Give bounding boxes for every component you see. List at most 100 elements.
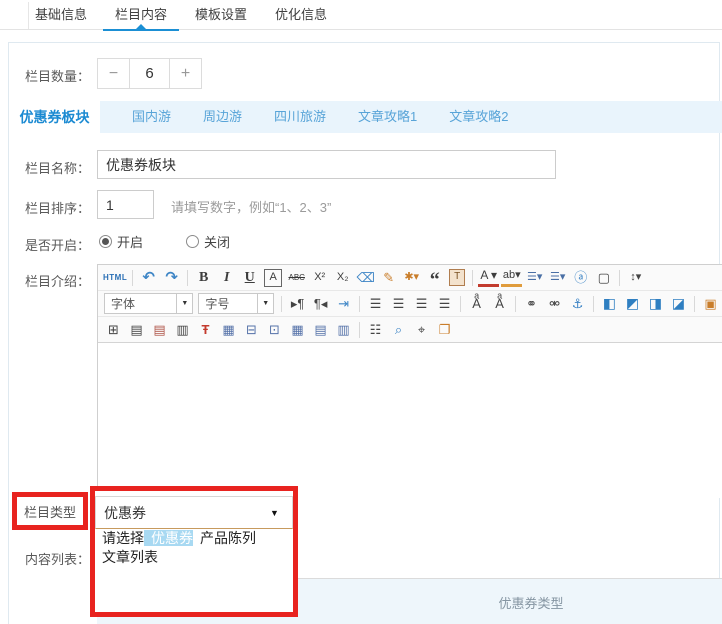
- table-columns-icon[interactable]: ▥: [333, 319, 354, 340]
- italic-icon[interactable]: I: [216, 267, 237, 288]
- insert-table-icon[interactable]: ⊞: [103, 319, 124, 340]
- radio-unselected-icon: [186, 235, 199, 248]
- align-justify-icon[interactable]: ☰: [434, 293, 455, 314]
- indent-icon[interactable]: ⇥: [333, 293, 354, 314]
- split-cell-down-icon[interactable]: ⊡: [264, 319, 285, 340]
- column-order-input[interactable]: [97, 190, 154, 219]
- section-tab-sichuan-travel[interactable]: 四川旅游: [274, 101, 326, 133]
- section-tab-domestic-travel[interactable]: 国内游: [132, 101, 171, 133]
- editor-toolbar-row-3: ⊞▤▤▥Ŧ▦⊟⊡▦▤▥☷⌕⌖❐: [98, 317, 722, 343]
- to-lowercase-icon[interactable]: Aͣ: [489, 293, 510, 314]
- font-size-value: 字号: [199, 295, 257, 312]
- tab-optimize-info[interactable]: 优化信息: [273, 0, 329, 30]
- column-name-label: 栏目名称：: [0, 158, 90, 177]
- separator: [460, 296, 461, 312]
- insert-row-below-icon[interactable]: ▤: [149, 319, 170, 340]
- format-brush-icon[interactable]: ✎: [378, 267, 399, 288]
- chevron-down-icon: ▼: [176, 294, 192, 313]
- merge-cells-icon[interactable]: ▦: [218, 319, 239, 340]
- superscript-icon[interactable]: X²: [309, 267, 330, 288]
- table-rows-icon[interactable]: ▤: [310, 319, 331, 340]
- radio-enable-on[interactable]: 开启: [99, 232, 143, 251]
- tab-column-content[interactable]: 栏目内容: [113, 0, 169, 30]
- undo-icon[interactable]: ↶: [138, 267, 159, 288]
- unordered-list-icon[interactable]: ☰▾: [547, 267, 568, 288]
- enable-radio-group: 开启 关闭: [99, 232, 230, 251]
- paste-icon[interactable]: ❐: [434, 319, 455, 340]
- paste-as-text-icon[interactable]: T: [449, 269, 465, 286]
- auto-format-icon[interactable]: ✱▾: [401, 267, 422, 288]
- option-product-display[interactable]: 产品陈列: [193, 530, 256, 546]
- section-tab-nearby-travel[interactable]: 周边游: [203, 101, 242, 133]
- eraser-icon[interactable]: ⌫: [355, 267, 376, 288]
- separator: [281, 296, 282, 312]
- option-please-select[interactable]: 请选择: [95, 530, 144, 546]
- outdent-icon[interactable]: ¶◂: [310, 293, 331, 314]
- split-cell-right-icon[interactable]: ⊟: [241, 319, 262, 340]
- rich-text-editor: HTML↶↷BIUAABCX²X₂⌫✎✱▾“TA ▾ab▾☰▾☰▾ⓐ▢↕▾ 字体…: [97, 264, 722, 495]
- stepper-plus-button[interactable]: +: [170, 59, 201, 88]
- insert-column-icon[interactable]: ▥: [172, 319, 193, 340]
- underline-icon[interactable]: U: [239, 267, 260, 288]
- html-source-icon[interactable]: HTML: [103, 267, 127, 288]
- column-intro-label: 栏目介绍：: [0, 271, 90, 290]
- separator: [694, 296, 695, 312]
- separator: [515, 296, 516, 312]
- delete-cells-icon[interactable]: Ŧ: [195, 319, 216, 340]
- image-align-left-top-icon[interactable]: ◧: [599, 293, 620, 314]
- section-tab-article-guide-1[interactable]: 文章攻略1: [358, 101, 417, 133]
- content-list-label: 内容列表：: [0, 549, 90, 568]
- to-uppercase-icon[interactable]: Aͣ: [466, 293, 487, 314]
- link-icon[interactable]: ⚭: [521, 293, 542, 314]
- redo-icon[interactable]: ↷: [161, 267, 182, 288]
- insert-row-above-icon[interactable]: ▤: [126, 319, 147, 340]
- column-content-page: 基础信息栏目内容模板设置优化信息 栏目数量： − 6 + 优惠券板块国内游周边游…: [0, 0, 722, 624]
- strikethrough-icon[interactable]: ABC: [286, 267, 307, 288]
- new-page-icon[interactable]: ▢: [593, 267, 614, 288]
- align-right-icon[interactable]: ☰: [411, 293, 432, 314]
- section-tab-coupon-board[interactable]: 优惠券板块: [9, 101, 100, 133]
- align-center-icon[interactable]: ☰: [388, 293, 409, 314]
- tab-template-settings[interactable]: 模板设置: [193, 0, 249, 30]
- column-type-label: 栏目类型: [24, 502, 76, 521]
- blockquote-icon[interactable]: “: [424, 267, 445, 288]
- table-grid-icon[interactable]: ▦: [287, 319, 308, 340]
- stepper-minus-button[interactable]: −: [98, 59, 129, 88]
- separator: [472, 270, 473, 286]
- insert-image-icon[interactable]: ▣: [700, 293, 721, 314]
- ordered-list-icon[interactable]: ☰▾: [524, 267, 545, 288]
- option-coupon[interactable]: 优惠券: [144, 530, 193, 546]
- align-left-icon[interactable]: ☰: [365, 293, 386, 314]
- indent-first-line-icon[interactable]: ▸¶: [287, 293, 308, 314]
- column-type-option-list: 请选择优惠券产品陈列文章列表: [95, 529, 293, 567]
- dropdown-caret-icon: ▼: [270, 508, 292, 518]
- preview-icon[interactable]: ⌕: [388, 319, 409, 340]
- image-align-left-icon[interactable]: ◩: [622, 293, 643, 314]
- editor-toolbar-row-1: HTML↶↷BIUAABCX²X₂⌫✎✱▾“TA ▾ab▾☰▾☰▾ⓐ▢↕▾: [98, 265, 722, 291]
- print-icon[interactable]: ☷: [365, 319, 386, 340]
- tab-basic-info[interactable]: 基础信息: [33, 0, 89, 30]
- separator: [132, 270, 133, 286]
- subscript-icon[interactable]: X₂: [332, 267, 353, 288]
- unlink-icon[interactable]: ⚮: [544, 293, 565, 314]
- highlight-color-icon[interactable]: ab▾: [501, 268, 522, 287]
- column-type-select[interactable]: 优惠券 ▼: [95, 496, 293, 529]
- font-size-select[interactable]: 字号 ▼: [198, 293, 274, 314]
- line-height-icon[interactable]: ↕▾: [625, 267, 646, 288]
- font-color-icon[interactable]: A ▾: [478, 268, 499, 287]
- auto-typeset-icon[interactable]: ⓐ: [570, 267, 591, 288]
- radio-enable-off[interactable]: 关闭: [186, 232, 230, 251]
- separator: [359, 296, 360, 312]
- section-tab-article-guide-2[interactable]: 文章攻略2: [449, 101, 508, 133]
- separator: [619, 270, 620, 286]
- font-family-select[interactable]: 字体 ▼: [104, 293, 193, 314]
- image-align-right-icon[interactable]: ◨: [645, 293, 666, 314]
- column-name-input[interactable]: [97, 150, 556, 179]
- find-replace-icon[interactable]: ⌖: [411, 319, 432, 340]
- anchor-icon[interactable]: ⚓: [567, 293, 588, 314]
- font-border-icon[interactable]: A: [264, 269, 282, 287]
- option-article-list[interactable]: 文章列表: [95, 549, 158, 565]
- bold-icon[interactable]: B: [193, 267, 214, 288]
- image-align-center-icon[interactable]: ◪: [668, 293, 689, 314]
- editor-content-area[interactable]: [98, 343, 722, 498]
